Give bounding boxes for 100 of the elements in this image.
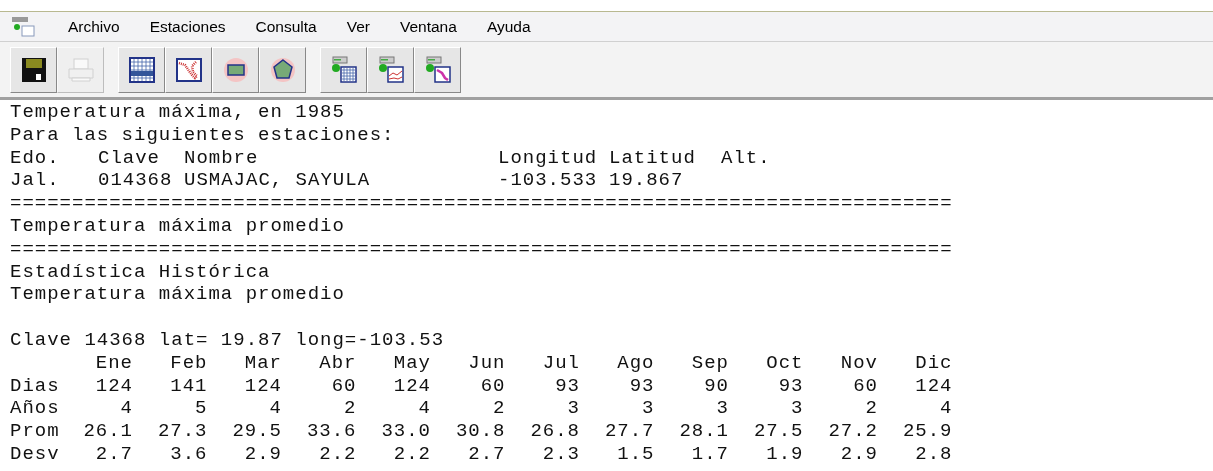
table-cell-text: 3: [790, 397, 804, 421]
table-cell-text: 25.9: [901, 420, 953, 443]
table-cell-text: 014368: [98, 169, 174, 193]
menu-item[interactable]: Ventana: [399, 14, 457, 39]
table-cell-text: 4: [939, 397, 953, 421]
toolbar-button[interactable]: [320, 46, 367, 93]
column-header: Jul: [541, 351, 580, 375]
table-cell-text: 2.9: [243, 442, 282, 466]
history-subtitle: Temperatura máxima promedio: [10, 283, 346, 307]
table-cell-text: 2: [343, 397, 357, 421]
toolbar-button[interactable]: [259, 46, 306, 93]
table-cell-text: 29.5: [231, 420, 282, 443]
toolbar-button[interactable]: [212, 46, 259, 93]
table-cell-text: Jal.: [10, 169, 61, 193]
table-cell-text: 4: [268, 397, 282, 421]
table-cell-text: 4: [119, 397, 133, 421]
column-header: Oct: [765, 351, 804, 375]
row-label: Dias: [10, 374, 61, 398]
station-table-icon: [329, 55, 358, 84]
separator-text: ============================================================================: [10, 192, 954, 215]
table-cell-text: 141: [169, 374, 208, 398]
toolbar-button[interactable]: [165, 46, 212, 93]
column-header: Feb: [169, 351, 208, 375]
column-header: Jun: [467, 351, 506, 375]
table-cell-text: 60: [852, 374, 878, 398]
report-subtitle: Para las siguientes estaciones:: [10, 123, 396, 147]
table-cell-text: 2: [492, 397, 506, 421]
table-cell-text: 2.7: [94, 442, 133, 466]
table-cell-text: 124: [243, 374, 282, 398]
table-cell-text: 2.7: [467, 442, 506, 466]
table-cell-text: 27.3: [156, 420, 208, 443]
map-icon: [175, 56, 202, 83]
menu-item[interactable]: Ayuda: [486, 14, 531, 39]
table-cell-text: 124: [914, 374, 953, 398]
table-cell-text: 60: [479, 374, 506, 398]
table-cell-text: 3.6: [169, 442, 208, 466]
table-cell-text: 93: [628, 374, 655, 398]
table-cell-text: 28.1: [678, 420, 729, 443]
column-header: Clave: [98, 146, 161, 170]
toolbar-button[interactable]: [118, 46, 165, 93]
table-cell-text: 1.5: [616, 442, 655, 466]
table-cell-text: 3: [715, 397, 729, 421]
table-cell-text: 124: [94, 374, 133, 398]
column-header: Ene: [94, 351, 133, 375]
column-header: Alt.: [721, 146, 772, 170]
toolbar-button[interactable]: [414, 46, 461, 93]
table-cell-text: -103.533: [498, 169, 599, 193]
table-cell-text: 26.1: [82, 420, 133, 443]
section-title: Temperatura máxima promedio: [10, 215, 346, 238]
table-cell-text: 33.0: [380, 420, 431, 443]
table-cell-text: 60: [330, 374, 357, 398]
toolbar-button[interactable]: [367, 46, 414, 93]
row-label: Prom: [10, 420, 61, 443]
table-cell-text: 2: [864, 397, 878, 421]
table-cell-text: 19.867: [609, 169, 685, 193]
table-cell-text: 27.5: [752, 420, 804, 443]
column-header: Dic: [914, 351, 953, 375]
menu-item[interactable]: Archivo: [68, 14, 120, 39]
table-cell-text: 3: [566, 397, 580, 421]
column-header: Nov: [839, 351, 878, 375]
table-cell-text: USMAJAC, SAYULA: [184, 169, 372, 193]
table-cell-text: 26.8: [529, 420, 580, 443]
menu-item[interactable]: Ver: [346, 14, 370, 39]
printer-icon: [66, 56, 95, 83]
menu-item[interactable]: Consulta: [255, 14, 317, 39]
column-header: Nombre: [184, 146, 260, 170]
station-line: Clave 14368 lat= 19.87 long=-103.53: [10, 328, 446, 352]
table-cell-text: 2.2: [392, 442, 431, 466]
table-cell-text: 2.8: [914, 442, 953, 466]
table-cell-text: 93: [554, 374, 580, 398]
station-map-icon: [423, 55, 452, 84]
row-label: Desv: [10, 442, 61, 466]
table-cell-text: 27.7: [603, 420, 655, 443]
menu-item[interactable]: Estaciones: [149, 14, 226, 39]
table-cell-text: 5: [194, 397, 208, 421]
column-header: Latitud: [609, 146, 697, 170]
table-cell-text: 1.9: [765, 442, 804, 466]
table-cell-text: 1.7: [690, 442, 729, 466]
column-header: Sep: [690, 351, 729, 375]
column-header: Edo.: [10, 146, 61, 170]
station-chart-icon: [376, 55, 405, 84]
table-cell-text: 2.9: [839, 442, 878, 466]
report-title: Temperatura máxima, en 1985: [10, 101, 346, 124]
toolbar-button[interactable]: [10, 46, 57, 93]
grid-icon: [128, 56, 155, 83]
column-header: Mar: [243, 351, 282, 375]
history-title: Estadística Histórica: [10, 260, 272, 284]
column-header: Abr: [318, 351, 357, 375]
column-header: Longitud: [498, 146, 599, 170]
table-cell-text: 4: [417, 397, 431, 421]
table-cell-text: 2.3: [541, 442, 580, 466]
separator-text: ============================================================================: [10, 237, 954, 261]
table-cell-text: 124: [392, 374, 431, 398]
table-cell-text: 2.2: [318, 442, 357, 466]
row-label: Años: [10, 397, 61, 421]
table-cell-text: 27.2: [827, 420, 878, 443]
column-header: Ago: [616, 351, 655, 375]
table-cell-text: 93: [777, 374, 804, 398]
table-cell-text: 3: [641, 397, 655, 421]
table-cell-text: 30.8: [454, 420, 506, 443]
